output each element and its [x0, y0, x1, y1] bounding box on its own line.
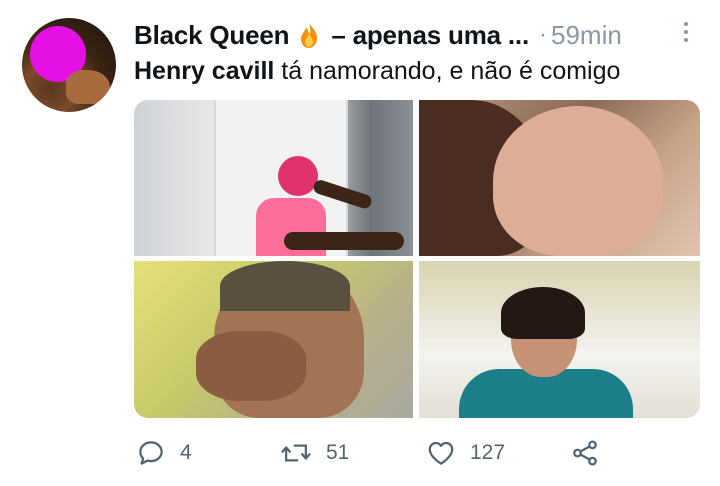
- avatar[interactable]: [22, 18, 116, 112]
- reply-icon: [139, 441, 163, 465]
- tweet-text-bold: Henry cavill: [134, 57, 275, 85]
- fire-emoji-icon: [297, 21, 321, 49]
- avatar-shoulder: [66, 70, 110, 104]
- like-button[interactable]: 127: [426, 438, 505, 468]
- hair-shape: [501, 287, 585, 339]
- like-count: 127: [470, 441, 506, 464]
- reply-count: 4: [180, 441, 192, 464]
- reply-button[interactable]: 4: [136, 438, 192, 468]
- author-name[interactable]: Black Queen: [134, 20, 290, 51]
- retweet-icon: [281, 444, 311, 462]
- retweet-button[interactable]: 51: [280, 438, 349, 468]
- share-icon: [573, 440, 597, 466]
- more-options-icon[interactable]: [682, 22, 690, 46]
- author-suffix[interactable]: – apenas uma ...: [331, 20, 529, 51]
- media-image-3[interactable]: [134, 261, 413, 418]
- tweet-text-rest: tá namorando, e não é comigo: [274, 57, 621, 85]
- media-image-1[interactable]: [134, 100, 413, 256]
- tweet-text: Henry cavill tá namorando, e não é comig…: [134, 57, 620, 86]
- retweet-count: 51: [326, 441, 350, 464]
- separator-dot: ·: [538, 21, 547, 48]
- media-image-4[interactable]: [419, 261, 700, 418]
- hair-shape: [220, 261, 350, 311]
- tweet-actions: 4 51 127: [0, 438, 720, 470]
- leg-shape: [284, 232, 404, 250]
- face-shape: [493, 106, 663, 256]
- media-grid: [134, 100, 700, 418]
- media-image-2[interactable]: [419, 100, 700, 256]
- tweet-header: Black Queen – apenas uma ... · 59min: [134, 17, 694, 53]
- hand-shape: [196, 331, 306, 401]
- timestamp[interactable]: 59min: [551, 20, 622, 51]
- heart-icon: [428, 441, 454, 465]
- share-button[interactable]: [570, 438, 600, 468]
